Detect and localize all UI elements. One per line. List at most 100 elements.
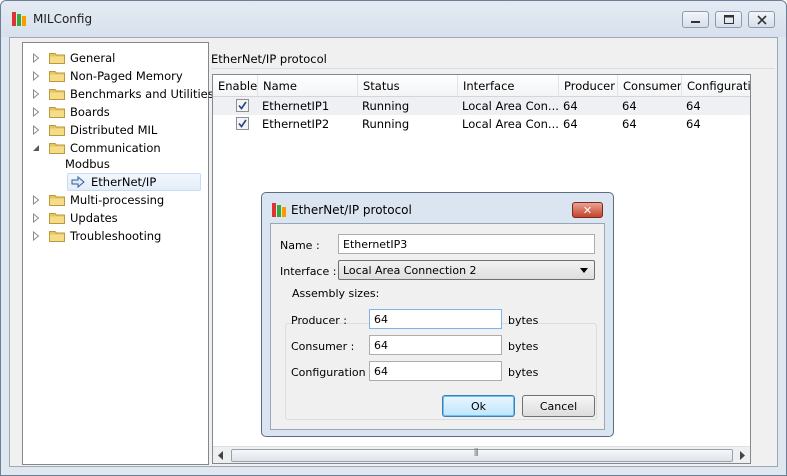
configuration-unit: bytes [508, 366, 539, 379]
scroll-thumb[interactable]: ⦀ [231, 448, 733, 462]
producer-input[interactable]: 64 [369, 309, 502, 329]
cell-configuration: 64 [686, 117, 701, 131]
name-input[interactable]: EthernetIP3 [338, 234, 595, 254]
checkmark-icon [238, 101, 247, 110]
column-header-configuratic[interactable]: Configuratic [682, 75, 750, 97]
consumer-unit: bytes [508, 340, 539, 353]
dialog-app-icon [272, 203, 286, 217]
assembly-sizes-label: Assembly sizes: [290, 287, 382, 300]
consumer-input[interactable]: 64 [369, 335, 502, 355]
milconfig-window: MILConfig General Non-Paged Memory Benchma… [0, 0, 787, 476]
tree-item-troubleshooting[interactable]: Troubleshooting [31, 227, 161, 245]
configuration-input[interactable]: 64 [369, 361, 502, 381]
collapsed-arrow-icon[interactable] [31, 213, 41, 223]
cell-consumer: 64 [622, 117, 637, 131]
collapsed-arrow-icon[interactable] [31, 89, 41, 99]
cell-interface: Local Area Con... [462, 99, 559, 113]
ok-label: Ok [470, 399, 487, 413]
minimize-button[interactable] [682, 11, 709, 28]
horizontal-scrollbar[interactable]: ⦀ [213, 446, 750, 463]
settings-tree[interactable]: General Non-Paged Memory Benchmarks and Ut… [22, 42, 214, 465]
column-header-consumer[interactable]: Consumer [618, 75, 682, 97]
tree-item-label: EtherNet/IP [91, 175, 157, 189]
name-value: EthernetIP3 [343, 237, 408, 251]
tree-item-label: Communication [70, 141, 161, 155]
tree-item-distributed-mil[interactable]: Distributed MIL [31, 121, 157, 139]
tree-item-ethernet-ip[interactable]: EtherNet/IP [67, 173, 201, 191]
consumer-label: Consumer : [291, 340, 355, 353]
dialog-title: EtherNet/IP protocol [291, 203, 412, 217]
configuration-value: 64 [374, 364, 388, 378]
cancel-label: Cancel [539, 399, 578, 413]
chevron-down-icon [580, 268, 588, 273]
group-title: EtherNet/IP protocol [211, 52, 327, 66]
column-header-status[interactable]: Status [358, 75, 458, 97]
column-header-producer[interactable]: Producer [559, 75, 618, 97]
folder-icon [49, 213, 65, 224]
tree-item-label: Boards [70, 105, 110, 119]
folder-icon [49, 71, 65, 82]
column-header-interface[interactable]: Interface [458, 75, 559, 97]
ok-button[interactable]: Ok [442, 395, 515, 417]
tree-item-label: Non-Paged Memory [70, 69, 183, 83]
collapsed-arrow-icon[interactable] [31, 71, 41, 81]
maximize-icon [723, 15, 734, 24]
configuration-label: Configuration : [291, 366, 373, 379]
title-bar[interactable]: MILConfig [1, 1, 786, 37]
producer-value: 64 [374, 312, 388, 326]
tree-item-label: Benchmarks and Utilities [70, 87, 214, 101]
checkmark-icon [238, 119, 247, 128]
column-header-enable[interactable]: Enable [213, 75, 258, 97]
collapsed-arrow-icon[interactable] [31, 107, 41, 117]
maximize-button[interactable] [715, 11, 742, 28]
tree-item-label: Troubleshooting [70, 229, 162, 243]
tree-item-multi-processing[interactable]: Multi-processing [31, 191, 164, 209]
tree-item-label: Modbus [65, 157, 110, 171]
tree-item-non-paged-memory[interactable]: Non-Paged Memory [31, 67, 183, 85]
cell-interface: Local Area Con... [462, 117, 559, 131]
scroll-right-icon[interactable] [738, 451, 746, 460]
collapsed-arrow-icon[interactable] [31, 231, 41, 241]
tree-item-boards[interactable]: Boards [31, 103, 110, 121]
cell-producer: 64 [563, 99, 578, 113]
tree-item-benchmarks-and-utilities[interactable]: Benchmarks and Utilities [31, 85, 214, 103]
dialog-body: Name : EthernetIP3 Interface : Local Are… [270, 223, 605, 430]
folder-icon [49, 195, 65, 206]
close-icon [756, 14, 767, 25]
tree-item-label: General [70, 51, 116, 65]
close-window-button[interactable] [748, 11, 775, 28]
tree-item-general[interactable]: General [31, 49, 115, 67]
consumer-value: 64 [374, 338, 388, 352]
folder-icon [49, 125, 65, 136]
interface-select[interactable]: Local Area Connection 2 [338, 260, 595, 280]
group-divider [211, 68, 775, 69]
table-row[interactable]: EthernetIP1 Running Local Area Con... 64 64 6… [213, 97, 750, 115]
tree-item-label: Multi-processing [70, 193, 165, 207]
cell-name: EthernetIP2 [262, 117, 330, 131]
collapsed-arrow-icon[interactable] [31, 125, 41, 135]
folder-icon [49, 231, 65, 242]
producer-unit: bytes [508, 314, 539, 327]
interface-value: Local Area Connection 2 [343, 263, 477, 277]
app-icon [12, 12, 26, 26]
collapsed-arrow-icon[interactable] [31, 53, 41, 63]
close-icon: ✕ [582, 203, 593, 217]
cancel-button[interactable]: Cancel [522, 395, 595, 417]
folder-icon [49, 53, 65, 64]
tree-item-updates[interactable]: Updates [31, 209, 118, 227]
cell-consumer: 64 [622, 99, 637, 113]
collapsed-arrow-icon[interactable] [31, 195, 41, 205]
dialog-close-button[interactable]: ✕ [572, 202, 603, 218]
scroll-left-icon[interactable] [217, 451, 225, 460]
folder-icon [49, 107, 65, 118]
enable-checkbox[interactable] [236, 117, 249, 130]
column-header-name[interactable]: Name [258, 75, 358, 97]
enable-checkbox[interactable] [236, 99, 249, 112]
table-row[interactable]: EthernetIP2 Running Local Area Con... 64 64 6… [213, 115, 750, 133]
tree-item-modbus[interactable]: Modbus [65, 155, 110, 173]
tree-item-label: Updates [70, 211, 118, 225]
cell-configuration: 64 [686, 99, 701, 113]
window-title: MILConfig [33, 12, 93, 26]
cell-producer: 64 [563, 117, 578, 131]
expanded-arrow-icon[interactable] [31, 143, 41, 153]
